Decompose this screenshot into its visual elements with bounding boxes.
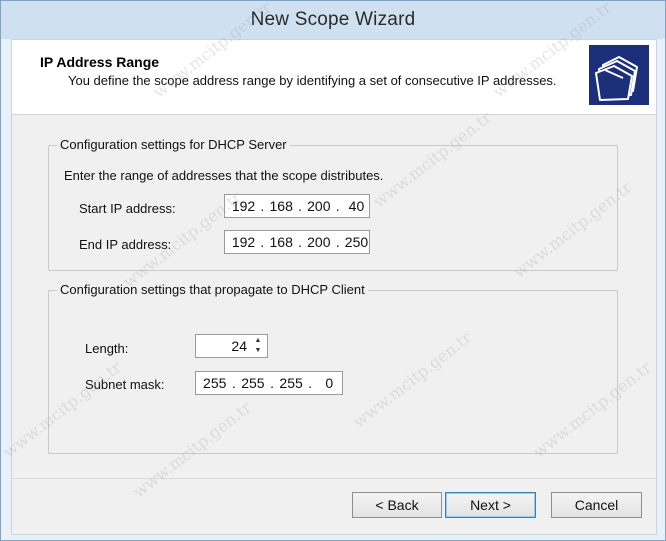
next-button[interactable]: Next > [445,492,536,518]
cancel-button[interactable]: Cancel [551,492,642,518]
start-ip-label: Start IP address: [79,201,176,216]
start-ip-octet-3[interactable]: 200 [306,198,331,214]
back-button[interactable]: < Back [352,492,442,518]
window-title: New Scope Wizard [250,9,416,30]
client-group-legend: Configuration settings that propagate to… [57,282,368,297]
server-config-group: Configuration settings for DHCP Server E… [48,137,618,271]
length-spinner[interactable]: 24 ▲ ▼ [195,334,268,358]
page-subtitle: You define the scope address range by id… [68,73,557,88]
start-ip-octet-4[interactable]: 40 [344,198,369,214]
range-instruction: Enter the range of addresses that the sc… [64,168,384,183]
page-title: IP Address Range [40,54,160,70]
spin-down-icon[interactable]: ▼ [250,346,266,356]
start-ip-octet-1[interactable]: 192 [231,198,256,214]
length-value[interactable]: 24 [231,338,247,354]
start-ip-field[interactable]: 192. 168. 200. 40 [224,194,370,218]
end-ip-label: End IP address: [79,237,172,252]
wizard-content: IP Address Range You define the scope ad… [11,39,657,535]
folders-icon [589,45,649,105]
client-config-group: Configuration settings that propagate to… [48,282,618,454]
mask-octet-4[interactable]: 0 [317,375,342,391]
wizard-window: New Scope Wizard IP Address Range You de… [0,0,666,541]
wizard-header: IP Address Range You define the scope ad… [12,40,656,115]
mask-octet-1[interactable]: 255 [202,375,227,391]
end-ip-octet-4[interactable]: 250 [344,234,369,250]
mask-octet-3[interactable]: 255 [278,375,303,391]
end-ip-octet-1[interactable]: 192 [231,234,256,250]
subnet-mask-label: Subnet mask: [85,377,165,392]
subnet-mask-field[interactable]: 255. 255. 255. 0 [195,371,343,395]
footer-separator [12,478,656,479]
end-ip-field[interactable]: 192. 168. 200. 250 [224,230,370,254]
end-ip-octet-2[interactable]: 168 [269,234,294,250]
title-bar[interactable]: New Scope Wizard [1,1,665,39]
mask-octet-2[interactable]: 255 [240,375,265,391]
spin-up-icon[interactable]: ▲ [250,336,266,346]
spinner-buttons: ▲ ▼ [250,336,266,356]
end-ip-octet-3[interactable]: 200 [306,234,331,250]
server-group-legend: Configuration settings for DHCP Server [57,137,290,152]
start-ip-octet-2[interactable]: 168 [269,198,294,214]
length-label: Length: [85,341,129,356]
